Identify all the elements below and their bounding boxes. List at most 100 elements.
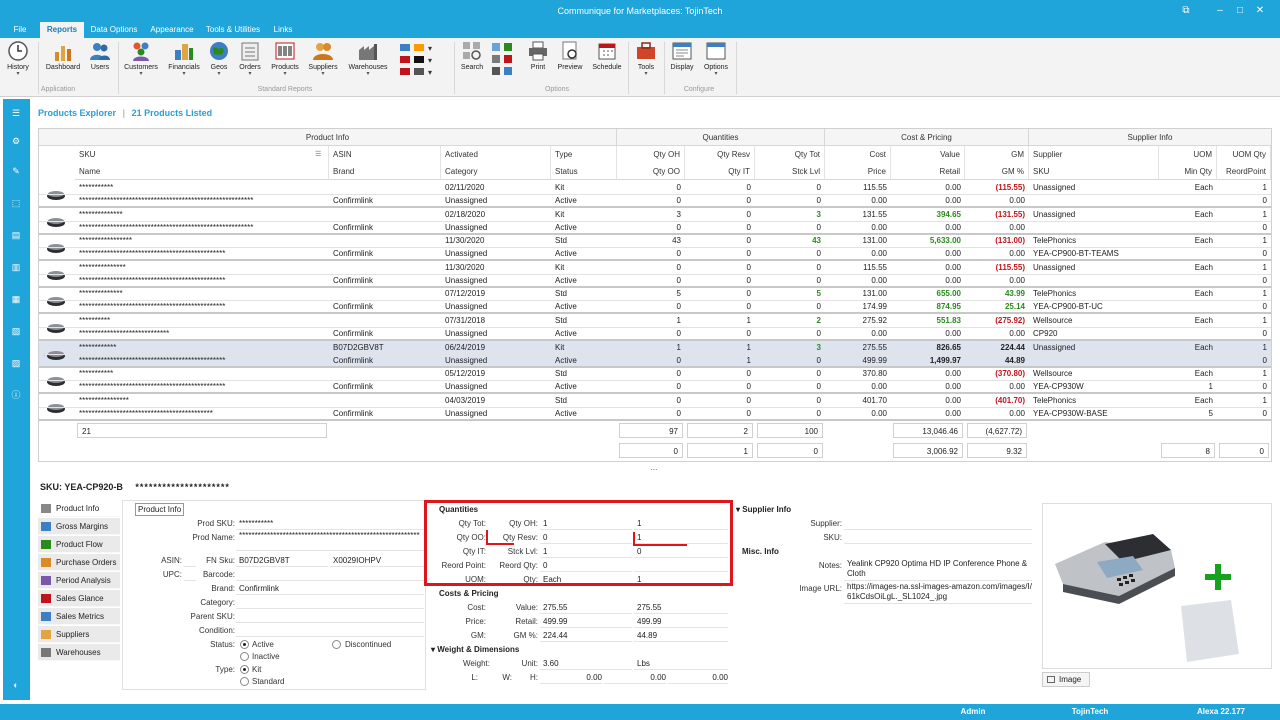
financials-button[interactable]: Financials ▾ [166, 40, 202, 77]
grid-cell[interactable]: Std [551, 367, 617, 380]
grid-cell[interactable]: (275.92) [965, 314, 1029, 327]
nav-warehouses[interactable]: Warehouses [38, 644, 120, 661]
grid-cell[interactable]: 06/24/2019 [441, 341, 551, 354]
grid-cell[interactable]: 11/30/2020 [441, 261, 551, 274]
nav-gross-margins[interactable]: Gross Margins [38, 518, 120, 535]
grid-cell[interactable]: Std [551, 314, 617, 327]
grid-cell[interactable]: (115.55) [965, 181, 1029, 194]
col-header[interactable]: Supplier [1029, 146, 1159, 163]
grid-cell[interactable]: 0 [617, 181, 685, 194]
sidebar-item-1-icon[interactable]: ⚙ [9, 135, 23, 147]
fnsku-field[interactable]: B07D2GBV8T [236, 554, 328, 567]
grid-cell[interactable]: 0 [755, 181, 825, 194]
nav-sales-metrics[interactable]: Sales Metrics [38, 608, 120, 625]
supplier-sku-field[interactable] [844, 531, 1032, 544]
grid-cell[interactable]: **************** [75, 394, 329, 407]
grid-cell[interactable] [329, 181, 441, 194]
grid-cell[interactable]: 370.80 [825, 367, 891, 380]
print-button[interactable]: Print [524, 40, 552, 71]
col-header[interactable]: Qty Tot [755, 146, 825, 163]
grid-cell[interactable]: B07D2GBV8T [329, 341, 441, 354]
col-header[interactable]: GM [965, 146, 1029, 163]
grid-cell[interactable]: ********** [75, 314, 329, 327]
col-header[interactable]: Brand [329, 163, 441, 180]
grid-cell[interactable]: Each [1159, 234, 1217, 247]
grid-cell[interactable]: Std [551, 287, 617, 300]
col-header[interactable]: Value [891, 146, 965, 163]
grid-cell[interactable]: Kit [551, 261, 617, 274]
prod-name-field[interactable]: ****************************************… [236, 531, 424, 551]
tab-reports[interactable]: Reports [40, 22, 84, 38]
grid-cell[interactable]: Each [1159, 394, 1217, 407]
grid-cell[interactable]: Std [551, 234, 617, 247]
grid-cell[interactable]: 275.55 [825, 341, 891, 354]
grid-cell[interactable]: Each [1159, 367, 1217, 380]
grid-cell[interactable]: 1 [1217, 367, 1271, 380]
grid-cell[interactable]: Kit [551, 181, 617, 194]
tools-button[interactable]: Tools ▾ [632, 40, 660, 77]
col-header[interactable]: Qty IT [685, 163, 755, 180]
warehouses-button[interactable]: Warehouses ▾ [346, 40, 390, 77]
notes-field[interactable]: Yealink CP920 Optima HD IP Conference Ph… [844, 559, 1032, 581]
grid-cell[interactable]: 131.00 [825, 234, 891, 247]
grid-cell[interactable]: TelePhonics [1029, 234, 1159, 247]
grid-cell[interactable]: 3 [755, 208, 825, 221]
costs-value-2[interactable]: 44.89 [634, 629, 728, 642]
grid-cell[interactable]: 0 [755, 394, 825, 407]
grid-cell[interactable]: Std [551, 394, 617, 407]
height-field-3[interactable]: 0.00 [668, 671, 728, 684]
prod-sku-field[interactable]: *********** [236, 517, 424, 530]
col-header[interactable]: Stck Lvl [755, 163, 825, 180]
grid-cell[interactable]: 224.44 [965, 341, 1029, 354]
grid-cell[interactable]: 02/18/2020 [441, 208, 551, 221]
grid-cell[interactable]: 401.70 [825, 394, 891, 407]
grid-cell[interactable]: Kit [551, 208, 617, 221]
grid-cell[interactable]: *********** [75, 181, 329, 194]
preview-button[interactable]: Preview [554, 40, 586, 71]
grid-cell[interactable]: 1 [1217, 394, 1271, 407]
category-field[interactable] [236, 596, 424, 609]
unit-field-2[interactable]: Lbs [634, 657, 728, 670]
grid-cell[interactable]: Unassigned [1029, 208, 1159, 221]
costs-value-1[interactable]: 499.99 [540, 615, 632, 628]
grid-cell[interactable]: Unassigned [1029, 181, 1159, 194]
grid-cell[interactable]: (131.00) [965, 234, 1029, 247]
col-header[interactable]: Retail [891, 163, 965, 180]
grid-cell[interactable]: 0 [685, 287, 755, 300]
grid-cell[interactable]: 5,633.00 [891, 234, 965, 247]
grid-cell[interactable]: (401.70) [965, 394, 1029, 407]
asin-field[interactable] [184, 554, 196, 567]
grid-cell[interactable]: 655.00 [891, 287, 965, 300]
grid-cell[interactable]: 0 [755, 261, 825, 274]
col-header[interactable]: GM % [965, 163, 1029, 180]
options-button[interactable]: Options ▾ [700, 40, 732, 77]
grid-cell[interactable]: 131.55 [825, 208, 891, 221]
barcode-field[interactable] [236, 568, 424, 581]
sidebar-item-6-icon[interactable]: ▦ [9, 293, 23, 305]
grid-cell[interactable] [329, 314, 441, 327]
grid-cell[interactable]: Wellsource [1029, 314, 1159, 327]
grid-cell[interactable]: Kit [551, 341, 617, 354]
grid-cell[interactable]: 0 [617, 394, 685, 407]
height-field-2[interactable]: 0.00 [604, 671, 666, 684]
grid-cell[interactable]: (115.55) [965, 261, 1029, 274]
grid-cell[interactable]: 07/12/2019 [441, 287, 551, 300]
grid-cell[interactable] [329, 208, 441, 221]
grid-cell[interactable]: 826.65 [891, 341, 965, 354]
grid-cell[interactable]: 0.00 [891, 261, 965, 274]
sidebar-item-7-icon[interactable]: ▧ [9, 325, 23, 337]
grid-cell[interactable]: Each [1159, 314, 1217, 327]
sidebar-item-4-icon[interactable]: ▤ [9, 229, 23, 241]
sort-icon[interactable]: ☰ [315, 146, 321, 163]
grid-cell[interactable]: 1 [1217, 314, 1271, 327]
grid-cell[interactable]: (370.80) [965, 367, 1029, 380]
grid-cell[interactable]: 04/03/2019 [441, 394, 551, 407]
grid-cell[interactable]: 02/11/2020 [441, 181, 551, 194]
grid-cell[interactable]: 0 [617, 367, 685, 380]
grid-cell[interactable]: 0 [685, 234, 755, 247]
sidebar-item-3-icon[interactable]: ⬚ [9, 197, 23, 209]
grid-cell[interactable]: 43 [755, 234, 825, 247]
costs-value-2[interactable]: 275.55 [634, 601, 728, 614]
grid-cell[interactable]: Wellsource [1029, 367, 1159, 380]
grid-cell[interactable]: 1 [1217, 341, 1271, 354]
